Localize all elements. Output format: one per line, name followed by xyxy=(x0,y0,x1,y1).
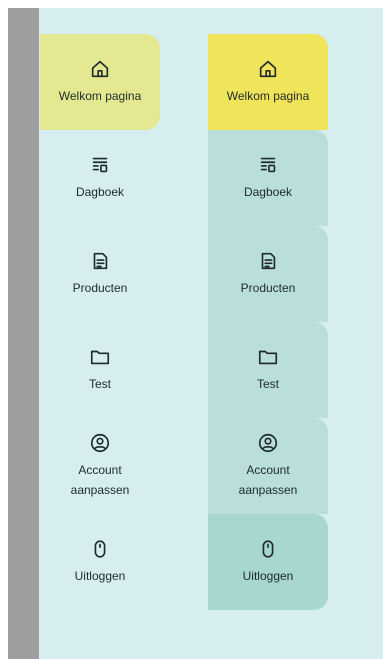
home-icon xyxy=(91,60,109,78)
nav-item-account[interactable]: Account aanpassen xyxy=(40,418,160,514)
nav-item-test[interactable]: Test xyxy=(40,322,160,418)
nav-item-uitloggen[interactable]: Uitloggen xyxy=(208,514,328,610)
nav-item-label: Test xyxy=(256,377,279,391)
nav-item-welkom[interactable]: Welkom pagina xyxy=(40,34,160,130)
nav-item-label: Uitloggen xyxy=(242,569,294,583)
document-icon xyxy=(93,252,108,270)
nav-item-label: Uitloggen xyxy=(74,569,126,583)
user-circle-icon xyxy=(90,433,110,453)
nav-item-label: Account aanpassen xyxy=(70,463,130,497)
scrollbar-track xyxy=(8,8,39,659)
nav-item-label: Producten xyxy=(240,281,296,295)
nav-item-label: Test xyxy=(88,377,111,391)
nav-item-label: Welkom pagina xyxy=(226,89,310,103)
nav-item-account[interactable]: Account aanpassen xyxy=(208,418,328,514)
nav-item-uitloggen[interactable]: Uitloggen xyxy=(40,514,160,610)
user-circle-icon xyxy=(258,433,278,453)
sidebar-nav-left: Welkom pagina Dagboek Producten Test Acc… xyxy=(40,34,160,610)
nav-item-label: Dagboek xyxy=(243,185,293,199)
sidebar-nav-right: Welkom pagina Dagboek Producten Test Acc… xyxy=(208,34,328,610)
journal-icon xyxy=(260,157,276,173)
document-icon xyxy=(261,252,276,270)
folder-icon xyxy=(90,350,110,365)
nav-item-label: Dagboek xyxy=(75,185,125,199)
nav-item-test[interactable]: Test xyxy=(208,322,328,418)
mouse-icon xyxy=(94,540,106,558)
home-icon xyxy=(259,60,277,78)
nav-item-producten[interactable]: Producten xyxy=(40,226,160,322)
nav-item-dagboek[interactable]: Dagboek xyxy=(208,130,328,226)
screen: Welkom pagina Dagboek Producten Test Acc… xyxy=(0,0,383,659)
journal-icon xyxy=(92,157,108,173)
nav-item-welkom[interactable]: Welkom pagina xyxy=(208,34,328,130)
nav-item-dagboek[interactable]: Dagboek xyxy=(40,130,160,226)
folder-icon xyxy=(258,350,278,365)
nav-item-label: Producten xyxy=(72,281,128,295)
nav-item-label: Welkom pagina xyxy=(58,89,142,103)
nav-item-producten[interactable]: Producten xyxy=(208,226,328,322)
nav-item-label: Account aanpassen xyxy=(238,463,298,497)
mouse-icon xyxy=(262,540,274,558)
